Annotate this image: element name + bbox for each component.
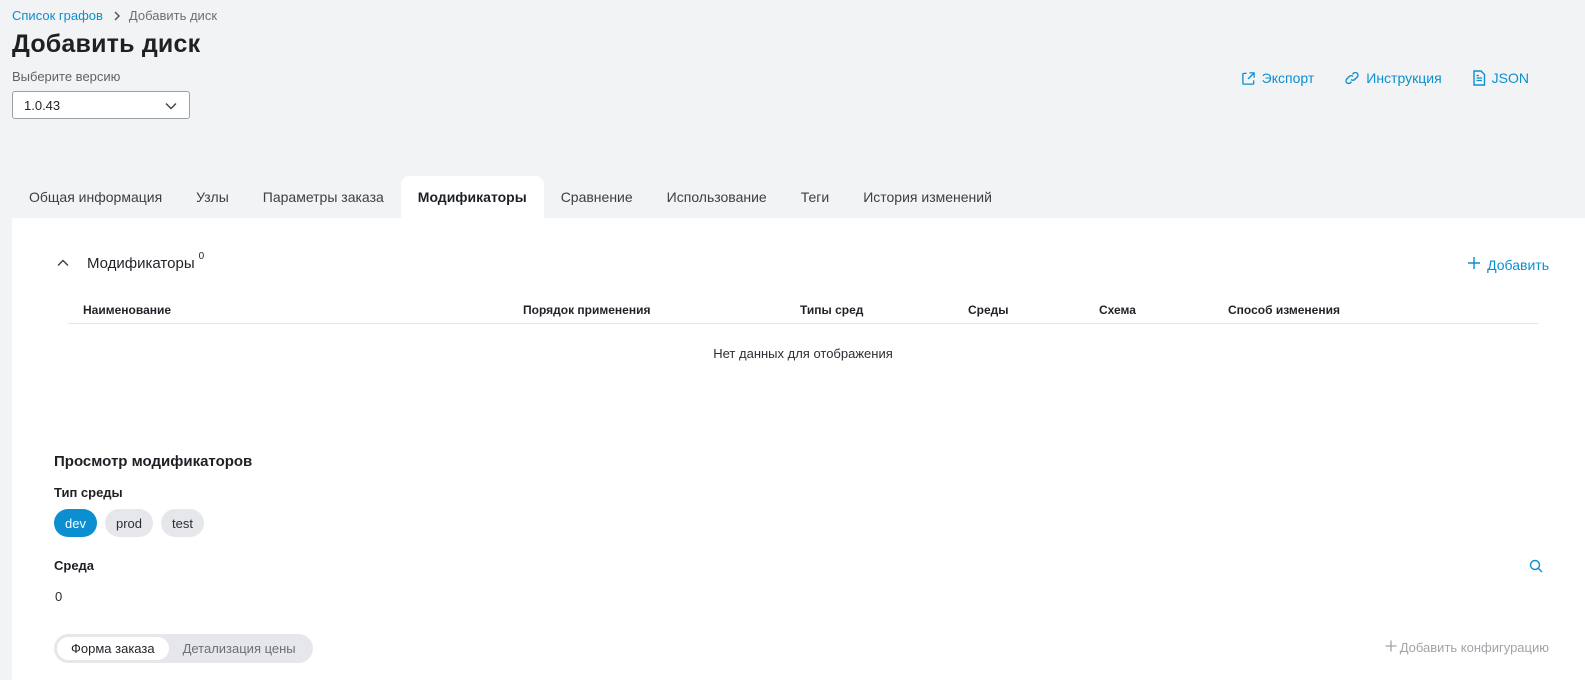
tab-modifiers[interactable]: Модификаторы <box>400 176 544 218</box>
env-type-chip-test[interactable]: test <box>161 509 204 537</box>
env-type-label: Тип среды <box>54 485 123 500</box>
chevron-down-icon <box>165 98 177 113</box>
env-count: 0 <box>55 589 63 604</box>
column-header-envs[interactable]: Среды <box>968 303 1009 317</box>
plus-icon <box>1467 256 1481 273</box>
plus-icon <box>1385 640 1397 655</box>
tab-usage[interactable]: Использование <box>650 176 784 218</box>
view-modifiers-title: Просмотр модификаторов <box>54 453 253 470</box>
breadcrumb-link-graph-list[interactable]: Список графов <box>12 8 103 23</box>
env-label: Среда <box>54 558 95 573</box>
top-actions: Экспорт Инструкция JSON <box>1241 70 1529 86</box>
version-value: 1.0.43 <box>24 97 61 113</box>
column-header-schema[interactable]: Схема <box>1099 303 1136 317</box>
chevron-right-icon <box>113 11 121 21</box>
segment-price-details[interactable]: Детализация цены <box>169 637 310 660</box>
segment-order-form[interactable]: Форма заказа <box>57 637 169 660</box>
instruction-label: Инструкция <box>1366 70 1442 86</box>
column-header-env-types[interactable]: Типы сред <box>800 303 863 317</box>
breadcrumb: Список графов Добавить диск <box>12 8 217 23</box>
modifiers-title: Модификаторы <box>87 254 195 272</box>
tab-tags[interactable]: Теги <box>784 176 846 218</box>
link-icon <box>1344 70 1360 86</box>
json-label: JSON <box>1491 70 1529 86</box>
page-title: Добавить диск <box>12 30 201 58</box>
modifiers-panel: Модификаторы 0 Добавить Наименование Пор… <box>12 218 1585 680</box>
modifiers-table-header: Наименование Порядок применения Типы сре… <box>68 298 1538 324</box>
env-type-chips: dev prod test <box>54 509 204 537</box>
empty-table-message: Нет данных для отображения <box>713 346 893 361</box>
export-button[interactable]: Экспорт <box>1241 70 1315 86</box>
breadcrumb-current: Добавить диск <box>128 8 218 23</box>
column-header-change-method[interactable]: Способ изменения <box>1228 303 1340 317</box>
external-link-icon <box>1241 71 1256 86</box>
env-type-chip-prod[interactable]: prod <box>104 509 153 537</box>
modifiers-count: 0 <box>198 250 205 262</box>
document-icon <box>1472 70 1486 86</box>
tab-comparison[interactable]: Сравнение <box>544 176 650 218</box>
json-button[interactable]: JSON <box>1472 70 1529 86</box>
env-type-chip-dev[interactable]: dev <box>54 509 97 537</box>
tab-nodes[interactable]: Узлы <box>179 176 246 218</box>
export-label: Экспорт <box>1261 70 1315 86</box>
version-select[interactable]: 1.0.43 <box>12 91 190 119</box>
add-modifier-label: Добавить <box>1487 256 1549 273</box>
column-header-order[interactable]: Порядок применения <box>523 303 650 317</box>
version-label: Выберите версию <box>12 69 121 84</box>
tab-order-parameters[interactable]: Параметры заказа <box>246 176 401 218</box>
column-header-name[interactable]: Наименование <box>83 303 171 317</box>
add-modifier-button[interactable]: Добавить <box>1467 256 1549 273</box>
instruction-button[interactable]: Инструкция <box>1344 70 1442 86</box>
add-configuration-button[interactable]: Добавить конфигурацию <box>1385 640 1549 655</box>
tab-general-info[interactable]: Общая информация <box>12 176 179 218</box>
chevron-up-icon[interactable] <box>54 254 72 272</box>
search-icon[interactable] <box>1529 559 1543 578</box>
modifiers-section-header: Модификаторы 0 <box>54 250 205 272</box>
tab-bar: Общая информация Узлы Параметры заказа М… <box>12 176 1009 218</box>
tab-change-history[interactable]: История изменений <box>846 176 1009 218</box>
add-configuration-label: Добавить конфигурацию <box>1399 640 1549 655</box>
view-mode-switch: Форма заказа Детализация цены <box>54 634 313 663</box>
